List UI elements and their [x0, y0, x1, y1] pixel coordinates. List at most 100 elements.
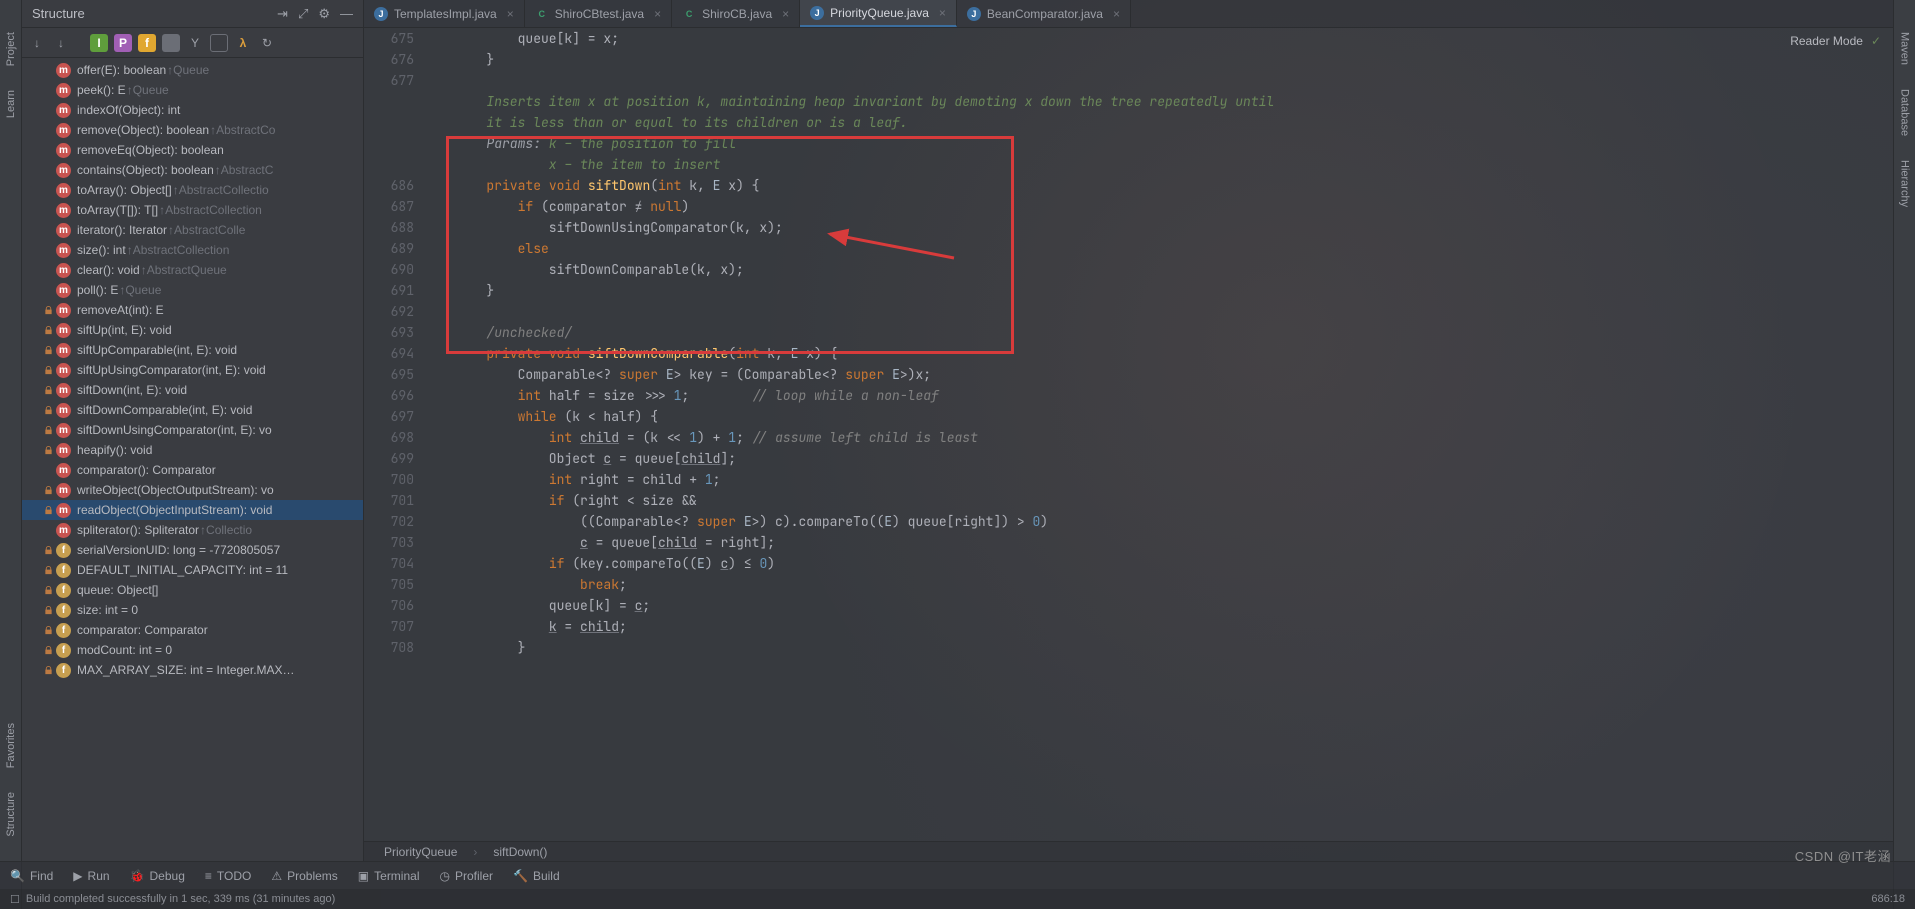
tree-item[interactable]: mpeek(): E ↑Queue [22, 80, 363, 100]
code-line[interactable]: } [424, 637, 1893, 658]
gear-icon[interactable]: ⚙ [318, 6, 330, 22]
tree-item[interactable]: mclear(): void ↑AbstractQueue [22, 260, 363, 280]
code-line[interactable]: queue[k] = x; [424, 28, 1893, 49]
tree-item[interactable]: mpoll(): E ↑Queue [22, 280, 363, 300]
code-line[interactable]: if (comparator ≠ null) [424, 196, 1893, 217]
code-line[interactable] [424, 70, 1893, 91]
collapse-icon[interactable]: ⇥ [277, 6, 288, 22]
tree-item[interactable]: mindexOf(Object): int [22, 100, 363, 120]
code-line[interactable]: break; [424, 574, 1893, 595]
code-line[interactable]: siftDownUsingComparator(k, x); [424, 217, 1893, 238]
code-line[interactable]: if (key.compareTo((E) c) ≤ 0) [424, 553, 1893, 574]
tree-item[interactable]: mcomparator(): Comparator [22, 460, 363, 480]
code-line[interactable]: Object c = queue[child]; [424, 448, 1893, 469]
code-line[interactable]: int half = size >>> 1; // loop while a n… [424, 385, 1893, 406]
tree-item[interactable]: msiftUpComparable(int, E): void [22, 340, 363, 360]
close-icon[interactable]: × [1113, 7, 1120, 21]
tree-item[interactable]: mremove(Object): boolean ↑AbstractCo [22, 120, 363, 140]
code-line[interactable]: Comparable<? super E> key = (Comparable<… [424, 364, 1893, 385]
code-editor[interactable]: 6756766776866876886896906916926936946956… [364, 28, 1893, 841]
tree-item[interactable]: mremoveAt(int): E [22, 300, 363, 320]
circle-icon[interactable] [210, 34, 228, 52]
tree-item[interactable]: fmodCount: int = 0 [22, 640, 363, 660]
tree-item[interactable]: fMAX_ARRAY_SIZE: int = Integer.MAX… [22, 660, 363, 680]
code-line[interactable]: int right = child + 1; [424, 469, 1893, 490]
learn-tool[interactable]: Learn [5, 90, 17, 118]
build-button[interactable]: 🔨Build [513, 869, 560, 883]
database-tool[interactable]: Database [1899, 89, 1911, 136]
debug-button[interactable]: 🐞Debug [130, 869, 185, 883]
maven-tool[interactable]: Maven [1899, 32, 1911, 65]
problems-button[interactable]: ⚠Problems [271, 869, 337, 883]
hierarchy-tool[interactable]: Hierarchy [1899, 160, 1911, 207]
code-line[interactable] [424, 301, 1893, 322]
find-button[interactable]: 🔍Find [10, 869, 53, 883]
sort-asc-icon[interactable]: ↓ [28, 34, 46, 52]
code-line[interactable]: c = queue[child = right]; [424, 532, 1893, 553]
todo-button[interactable]: ≡TODO [205, 869, 251, 883]
tree-item[interactable]: moffer(E): boolean ↑Queue [22, 60, 363, 80]
code-line[interactable]: else [424, 238, 1893, 259]
lambda-icon[interactable]: λ [234, 34, 252, 52]
expand-icon[interactable]: ⤢ [298, 6, 308, 22]
tree-item[interactable]: msize(): int ↑AbstractCollection [22, 240, 363, 260]
tree-item[interactable]: fqueue: Object[] [22, 580, 363, 600]
nonpublic-icon[interactable] [162, 34, 180, 52]
code-line[interactable]: while (k < half) { [424, 406, 1893, 427]
show-interface-icon[interactable]: I [90, 34, 108, 52]
tree-item[interactable]: mwriteObject(ObjectOutputStream): vo [22, 480, 363, 500]
hide-icon[interactable]: — [340, 6, 353, 21]
editor-tab[interactable]: CShiroCB.java× [672, 0, 800, 27]
code-line[interactable]: queue[k] = c; [424, 595, 1893, 616]
code-line[interactable]: Inserts item x at position k, maintainin… [424, 91, 1893, 112]
profiler-button[interactable]: ◷Profiler [440, 869, 494, 883]
code-line[interactable]: Params: k – the position to fill [424, 133, 1893, 154]
close-icon[interactable]: × [654, 7, 661, 21]
close-icon[interactable]: × [782, 7, 789, 21]
tree-item[interactable]: mremoveEq(Object): boolean [22, 140, 363, 160]
tree-item[interactable]: msiftDownUsingComparator(int, E): vo [22, 420, 363, 440]
structure-tool[interactable]: Structure [5, 792, 17, 837]
code-line[interactable]: private void siftDownComparable(int k, E… [424, 343, 1893, 364]
close-icon[interactable]: × [939, 6, 946, 20]
tree-item[interactable]: msiftUp(int, E): void [22, 320, 363, 340]
code-line[interactable]: x – the item to insert [424, 154, 1893, 175]
code-line[interactable]: ((Comparable<? super E>) c).compareTo((E… [424, 511, 1893, 532]
code-line[interactable]: private void siftDown(int k, E x) { [424, 175, 1893, 196]
code-line[interactable]: int child = (k << 1) + 1; // assume left… [424, 427, 1893, 448]
tree-item[interactable]: msiftUpUsingComparator(int, E): void [22, 360, 363, 380]
cursor-position[interactable]: 686:18 [1871, 893, 1905, 905]
project-tool[interactable]: Project [5, 32, 17, 66]
code-line[interactable]: siftDownComparable(k, x); [424, 259, 1893, 280]
code-line[interactable]: it is less than or equal to its children… [424, 112, 1893, 133]
breadcrumb-method[interactable]: siftDown() [493, 845, 547, 859]
editor-tab[interactable]: JBeanComparator.java× [957, 0, 1131, 27]
tree-item[interactable]: miterator(): Iterator ↑AbstractColle [22, 220, 363, 240]
tree-item[interactable]: fDEFAULT_INITIAL_CAPACITY: int = 11 [22, 560, 363, 580]
sort-desc-icon[interactable]: ↓ [52, 34, 70, 52]
tree-item[interactable]: fsize: int = 0 [22, 600, 363, 620]
code-line[interactable]: /unchecked/ [424, 322, 1893, 343]
code-body[interactable]: queue[k] = x; } Inserts item x at positi… [424, 28, 1893, 841]
structure-tree[interactable]: moffer(E): boolean ↑Queuempeek(): E ↑Que… [22, 58, 363, 861]
tree-item[interactable]: mreadObject(ObjectInputStream): void [22, 500, 363, 520]
breadcrumb-class[interactable]: PriorityQueue [384, 845, 457, 859]
tree-item[interactable]: mheapify(): void [22, 440, 363, 460]
fork-icon[interactable]: Y [186, 34, 204, 52]
show-properties-icon[interactable]: P [114, 34, 132, 52]
terminal-button[interactable]: ▣Terminal [358, 869, 420, 883]
tree-item[interactable]: mtoArray(): Object[] ↑AbstractCollectio [22, 180, 363, 200]
show-fields-icon[interactable]: f [138, 34, 156, 52]
editor-tab[interactable]: JTemplatesImpl.java× [364, 0, 525, 27]
editor-tab[interactable]: CShiroCBtest.java× [525, 0, 672, 27]
tree-item[interactable]: fserialVersionUID: long = -7720805057 [22, 540, 363, 560]
editor-tab[interactable]: JPriorityQueue.java× [800, 0, 957, 27]
tree-item[interactable]: mtoArray(T[]): T[] ↑AbstractCollection [22, 200, 363, 220]
tree-item[interactable]: fcomparator: Comparator [22, 620, 363, 640]
code-line[interactable]: } [424, 49, 1893, 70]
code-line[interactable]: if (right < size && [424, 490, 1893, 511]
tree-item[interactable]: mspliterator(): Spliterator ↑Collectio [22, 520, 363, 540]
favorites-tool[interactable]: Favorites [5, 723, 17, 768]
code-line[interactable]: k = child; [424, 616, 1893, 637]
code-line[interactable]: } [424, 280, 1893, 301]
